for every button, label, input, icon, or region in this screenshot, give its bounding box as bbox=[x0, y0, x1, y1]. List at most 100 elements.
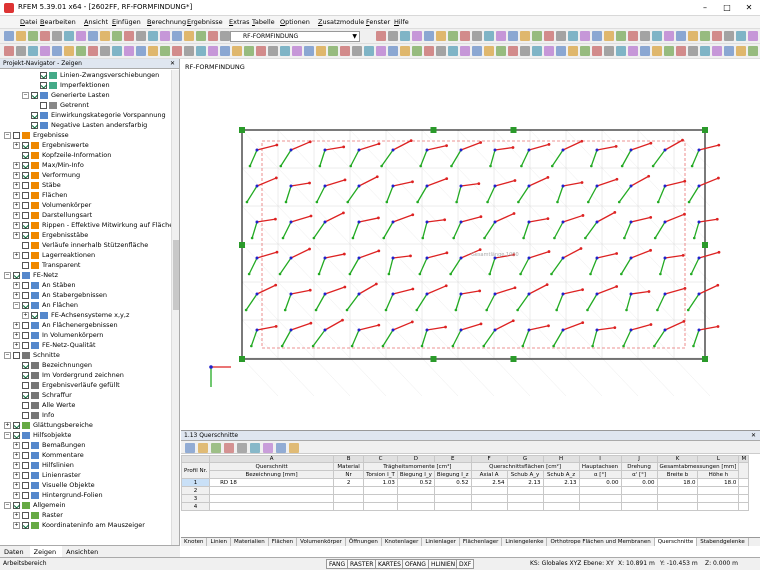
table-toolbar-icon[interactable] bbox=[289, 443, 299, 453]
checkbox[interactable] bbox=[22, 361, 29, 369]
toolbar-button-icon[interactable] bbox=[556, 31, 566, 41]
tree-item[interactable]: Negative Lasten andersfarbig bbox=[22, 120, 147, 130]
expand-toggle-icon[interactable]: + bbox=[13, 171, 20, 179]
tree-item[interactable]: Kopfzeile-Information bbox=[13, 150, 111, 160]
checkbox[interactable] bbox=[22, 161, 29, 169]
toolbar-button-icon[interactable] bbox=[124, 46, 134, 56]
checkbox[interactable] bbox=[22, 441, 29, 449]
toolbar-button-icon[interactable] bbox=[532, 31, 542, 41]
cell-iy[interactable] bbox=[396, 502, 435, 511]
sheet-tab[interactable]: Knoten bbox=[181, 538, 208, 546]
tree-item[interactable]: − Generierte Lasten bbox=[22, 90, 110, 100]
cell-ay[interactable]: 2.13 bbox=[506, 478, 544, 487]
tab-daten[interactable]: Daten bbox=[0, 546, 30, 557]
toolbar-button-icon[interactable] bbox=[148, 31, 158, 41]
navigator-scrollbar[interactable] bbox=[171, 70, 179, 545]
tree-item[interactable]: Verläufe innerhalb Stützenfläche bbox=[13, 240, 148, 250]
sheet-tab[interactable]: Querschnitte bbox=[654, 538, 698, 546]
toolbar-button-icon[interactable] bbox=[544, 46, 554, 56]
toolbar-button-icon[interactable] bbox=[172, 31, 182, 41]
table-row[interactable]: 3 bbox=[180, 494, 750, 503]
expand-toggle-icon[interactable]: + bbox=[13, 251, 20, 259]
tree-item[interactable]: Info bbox=[13, 410, 54, 420]
expand-toggle-icon[interactable]: − bbox=[4, 351, 11, 359]
checkbox[interactable] bbox=[13, 351, 20, 359]
expand-toggle-icon[interactable]: + bbox=[13, 471, 20, 479]
tree-item[interactable]: Alle Werte bbox=[13, 400, 75, 410]
tree-item[interactable]: + Volumenkörper bbox=[13, 200, 91, 210]
toolbar-button-icon[interactable] bbox=[556, 46, 566, 56]
toolbar-button-icon[interactable] bbox=[640, 31, 650, 41]
toolbar-button-icon[interactable] bbox=[256, 46, 266, 56]
cell-name[interactable]: RD 18 bbox=[209, 478, 335, 487]
cell-name[interactable] bbox=[209, 502, 335, 511]
toolbar-button-icon[interactable] bbox=[616, 31, 626, 41]
toolbar-button-icon[interactable] bbox=[328, 46, 338, 56]
table-toolbar-icon[interactable] bbox=[198, 443, 208, 453]
toolbar-button-icon[interactable] bbox=[136, 31, 146, 41]
toolbar-button-icon[interactable] bbox=[460, 31, 470, 41]
toolbar-button-icon[interactable] bbox=[76, 46, 86, 56]
cell-mat[interactable] bbox=[333, 494, 365, 503]
toolbar-button-icon[interactable] bbox=[604, 46, 614, 56]
cell-extra[interactable] bbox=[738, 502, 750, 511]
cell-a[interactable] bbox=[470, 486, 508, 495]
sheet-tab[interactable]: Flächenlager bbox=[460, 538, 503, 546]
expand-toggle-icon[interactable]: + bbox=[4, 421, 11, 429]
cell-it[interactable] bbox=[363, 486, 398, 495]
toolbar-button-icon[interactable] bbox=[436, 31, 446, 41]
toolbar-button-icon[interactable] bbox=[412, 31, 422, 41]
toolbar-button-icon[interactable] bbox=[748, 46, 758, 56]
toolbar-button-icon[interactable] bbox=[676, 31, 686, 41]
toolbar-button-icon[interactable] bbox=[388, 46, 398, 56]
menu-item-3[interactable]: Einfügen bbox=[112, 18, 141, 26]
checkbox[interactable] bbox=[13, 431, 20, 439]
toolbar-button-icon[interactable] bbox=[220, 46, 230, 56]
toolbar-button-icon[interactable] bbox=[496, 46, 506, 56]
sheet-tab[interactable]: Stabendgelenke bbox=[697, 538, 749, 546]
toolbar-button-icon[interactable] bbox=[472, 46, 482, 56]
table-toolbar-icon[interactable] bbox=[185, 443, 195, 453]
menu-item-7[interactable]: Tabelle bbox=[252, 18, 275, 26]
checkbox[interactable] bbox=[40, 71, 47, 79]
toolbar-button-icon[interactable] bbox=[400, 31, 410, 41]
tree-item[interactable]: Bezeichnungen bbox=[13, 360, 92, 370]
toolbar-button-icon[interactable] bbox=[496, 31, 506, 41]
cell-alpha[interactable]: 0.00 bbox=[578, 478, 622, 487]
toolbar-button-icon[interactable] bbox=[196, 46, 206, 56]
toolbar-button-icon[interactable] bbox=[628, 31, 638, 41]
menu-item-5[interactable]: Ergebnisse bbox=[187, 18, 223, 26]
tree-item[interactable]: + FE-Netz-Qualität bbox=[13, 340, 96, 350]
toolbar-button-icon[interactable] bbox=[184, 31, 194, 41]
toolbar-button-icon[interactable] bbox=[268, 46, 278, 56]
checkbox[interactable] bbox=[22, 171, 29, 179]
expand-toggle-icon[interactable]: + bbox=[13, 221, 20, 229]
tree-item[interactable]: − Schnitte bbox=[4, 350, 60, 360]
expand-toggle-icon[interactable]: + bbox=[13, 491, 20, 499]
table-toolbar-icon[interactable] bbox=[211, 443, 221, 453]
toolbar-button-icon[interactable] bbox=[112, 31, 122, 41]
cell-alpha2[interactable]: 0.00 bbox=[620, 478, 658, 487]
tree-item[interactable]: + Verformung bbox=[13, 170, 80, 180]
toolbar-button-icon[interactable] bbox=[484, 46, 494, 56]
tree-item[interactable]: + Darstellungsart bbox=[13, 210, 92, 220]
cell-a[interactable]: 2.54 bbox=[470, 478, 508, 487]
toolbar-button-icon[interactable] bbox=[4, 31, 14, 41]
toolbar-button-icon[interactable] bbox=[316, 46, 326, 56]
cell-mat[interactable] bbox=[333, 486, 365, 495]
expand-toggle-icon[interactable]: + bbox=[13, 461, 20, 469]
cell-alpha2[interactable] bbox=[620, 494, 658, 503]
cell-extra[interactable] bbox=[738, 494, 750, 503]
checkbox[interactable] bbox=[22, 491, 29, 499]
tree-item[interactable]: + Stäbe bbox=[13, 180, 61, 190]
toolbar-button-icon[interactable] bbox=[160, 31, 170, 41]
tree-item[interactable]: − An Flächen bbox=[13, 300, 78, 310]
tree-item[interactable]: Imperfektionen bbox=[31, 80, 110, 90]
checkbox[interactable] bbox=[22, 391, 29, 399]
toggle-dxf[interactable]: DXF bbox=[456, 559, 475, 569]
cell-alpha2[interactable] bbox=[620, 486, 658, 495]
menu-item-9[interactable]: Zusatzmodule bbox=[318, 18, 364, 26]
toolbar-button-icon[interactable] bbox=[88, 31, 98, 41]
toolbar-button-icon[interactable] bbox=[544, 31, 554, 41]
cell-alpha[interactable] bbox=[578, 502, 622, 511]
